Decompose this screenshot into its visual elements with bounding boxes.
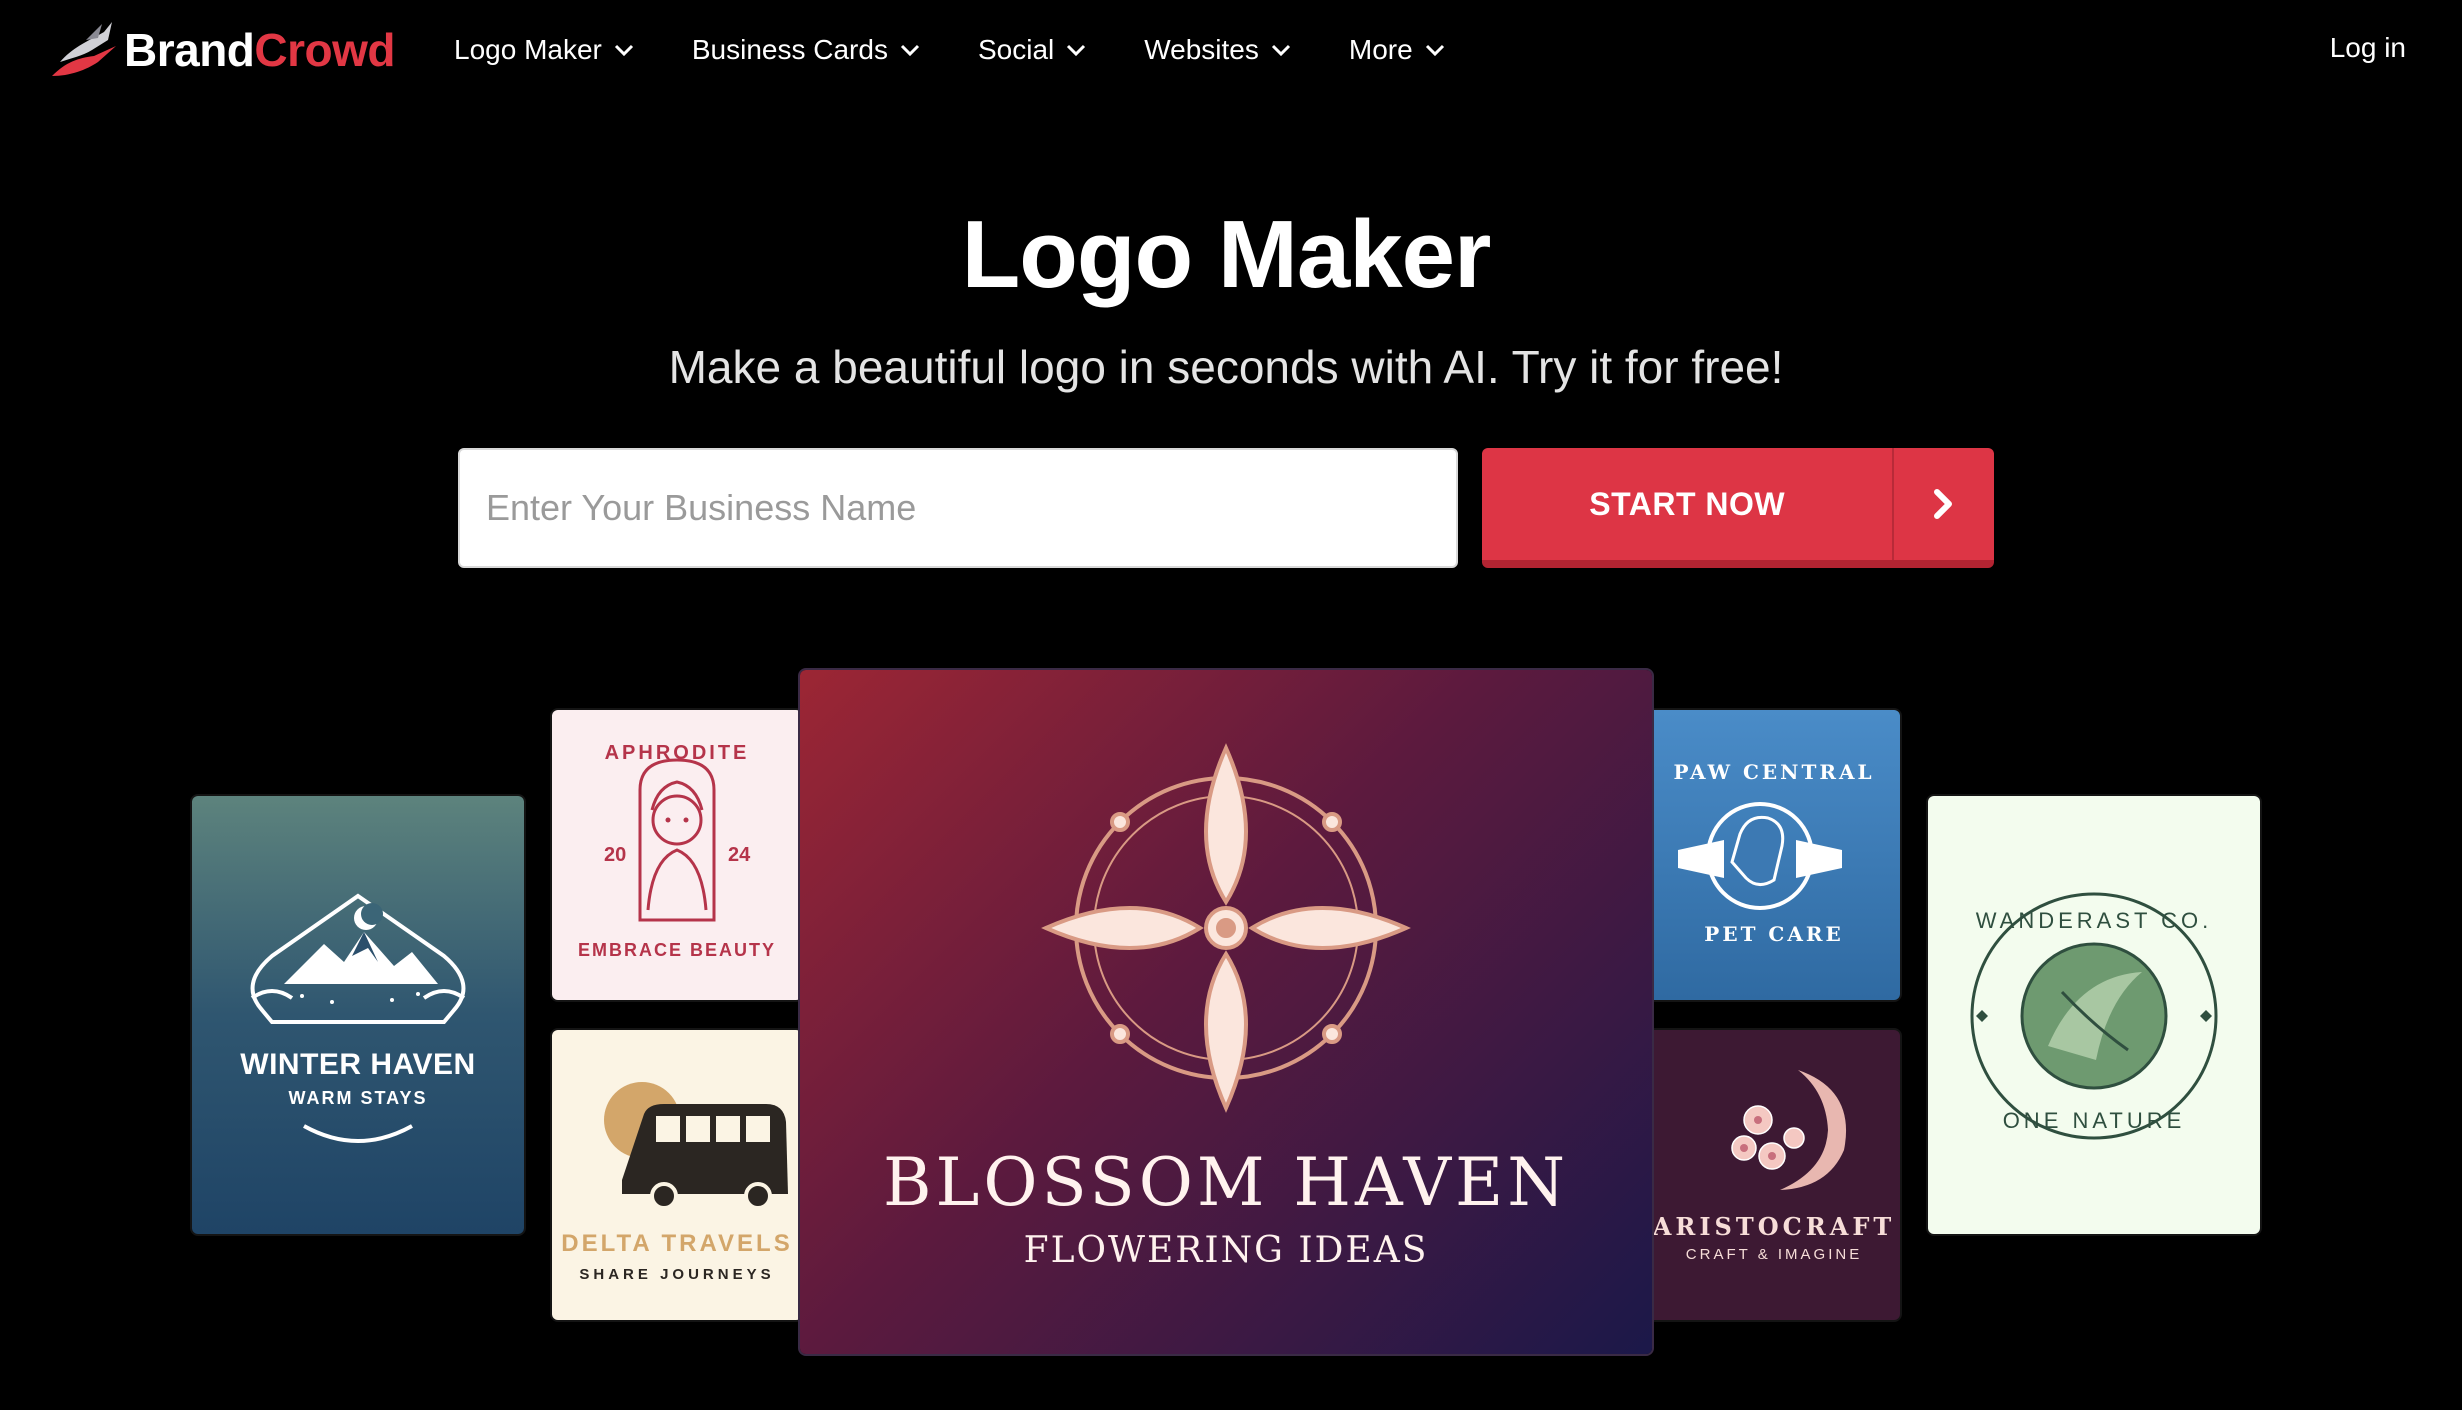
- chevron-down-icon: [1425, 44, 1444, 56]
- menu-more[interactable]: More: [1349, 28, 1445, 72]
- start-now-arrow: [1892, 448, 1994, 560]
- winter-haven-tagline: WARM STAYS: [288, 1088, 428, 1108]
- brand-logo-link[interactable]: BrandCrowd: [46, 18, 396, 82]
- chevron-down-icon: [1067, 44, 1086, 56]
- aphrodite-bottom-text: EMBRACE BEAUTY: [577, 940, 776, 960]
- logo-card-paw-central[interactable]: PAW CENTRAL PET CARE: [1648, 710, 1900, 1000]
- brand-name-part2: Crowd: [254, 24, 396, 76]
- menu-logo-maker-label: Logo Maker: [454, 34, 602, 65]
- paw-central-top-text: PAW CENTRAL: [1673, 760, 1875, 784]
- chevron-down-icon: [900, 44, 920, 56]
- logo-card-wanderast[interactable]: WANDERAST CO. ONE NATURE: [1928, 796, 2260, 1234]
- blossom-haven-title: BLOSSOM HAVEN: [883, 1144, 1569, 1221]
- menu-websites[interactable]: Websites: [1144, 28, 1291, 72]
- start-now-button[interactable]: START NOW: [1482, 448, 1994, 568]
- aphrodite-year-left: 20: [604, 844, 627, 866]
- delta-travels-title: DELTA TRAVELS: [561, 1230, 793, 1257]
- aphrodite-year-right: 24: [728, 844, 751, 866]
- aristocraft-title: ARISTOCRAFT: [1652, 1212, 1896, 1241]
- dog-badge-emblem-icon: [1678, 802, 1842, 910]
- flower-moon-emblem-icon: [1731, 1070, 1847, 1190]
- mountain-moon-emblem-icon: [250, 893, 466, 1143]
- chevron-right-icon: [1934, 489, 1953, 519]
- logo-card-blossom-haven[interactable]: BLOSSOM HAVEN FLOWERING IDEAS: [800, 670, 1652, 1354]
- top-navigation: BrandCrowd Logo Maker Business Cards Soc…: [0, 0, 2462, 100]
- wanderast-top-text: WANDERAST CO.: [1975, 908, 2213, 933]
- menu-social[interactable]: Social: [978, 28, 1086, 72]
- paw-central-bottom-text: PET CARE: [1704, 922, 1844, 946]
- menu-business-cards[interactable]: Business Cards: [692, 28, 920, 72]
- page-title: Logo Maker: [961, 201, 1492, 308]
- business-name-input[interactable]: [458, 448, 1458, 568]
- main-menu: Logo Maker Business Cards Social Website…: [454, 28, 1503, 72]
- menu-websites-label: Websites: [1144, 34, 1259, 65]
- winter-haven-title: WINTER HAVEN: [240, 1048, 476, 1081]
- brandcrowd-bird-logo-icon: [52, 22, 116, 76]
- menu-social-label: Social: [977, 34, 1055, 65]
- chevron-down-icon: [614, 44, 633, 56]
- logo-card-delta-travels[interactable]: DELTA TRAVELS SHARE JOURNEYS: [552, 1030, 802, 1320]
- menu-logo-maker[interactable]: Logo Maker: [454, 28, 634, 72]
- menu-business-cards-label: Business Cards: [691, 34, 888, 65]
- delta-travels-tagline: SHARE JOURNEYS: [579, 1266, 775, 1283]
- start-now-label: START NOW: [1589, 485, 1786, 522]
- logo-card-aphrodite[interactable]: APHRODITE 20 24 EMBRACE BEAUTY: [552, 710, 802, 1000]
- aristocraft-tagline: CRAFT & IMAGINE: [1685, 1246, 1863, 1263]
- logo-card-winter-haven[interactable]: WINTER HAVEN WARM STAYS: [192, 796, 524, 1234]
- brand-name: BrandCrowd: [124, 24, 396, 76]
- logo-card-aristocraft[interactable]: ARISTOCRAFT CRAFT & IMAGINE: [1648, 1030, 1900, 1320]
- login-link[interactable]: Log in: [2330, 32, 2406, 64]
- blossom-haven-tagline: FLOWERING IDEAS: [1023, 1230, 1429, 1271]
- menu-more-label: More: [1348, 34, 1413, 65]
- chevron-down-icon: [1271, 44, 1290, 56]
- leaf-circle-emblem-icon: [1970, 892, 2218, 1140]
- wanderast-bottom-text: ONE NATURE: [2002, 1108, 2186, 1133]
- hero-subtitle: Make a beautiful logo in seconds with AI…: [668, 341, 1784, 393]
- aphrodite-top-text: APHRODITE: [604, 742, 750, 764]
- brand-name-part1: Brand: [124, 24, 255, 76]
